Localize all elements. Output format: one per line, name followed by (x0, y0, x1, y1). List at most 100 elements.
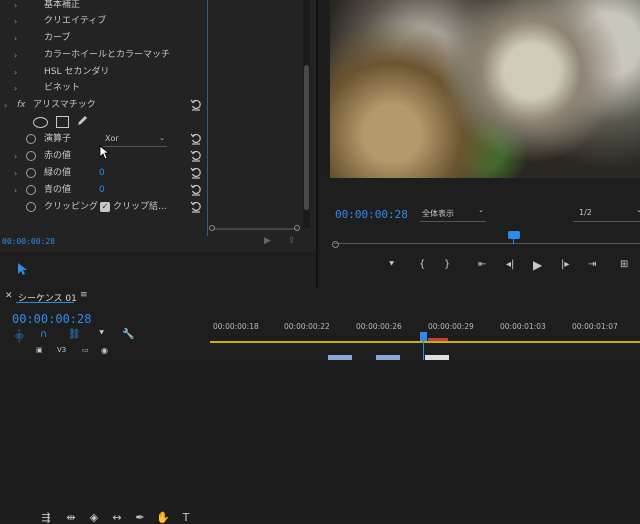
effect-item-basic[interactable]: › 基本補正 (0, 0, 300, 14)
reset-icon[interactable] (190, 167, 202, 179)
snap-icon[interactable]: ∩ (40, 329, 47, 340)
timeline-timecode[interactable]: 00:00:00:28 (12, 312, 91, 326)
reset-icon[interactable] (190, 99, 202, 111)
ruler-label: 00:00:00:29 (428, 322, 474, 331)
program-monitor-video (330, 0, 640, 178)
add-marker-icon[interactable]: ⯆ (98, 329, 105, 339)
param-green: › 緑の値 0 (0, 165, 300, 182)
close-icon[interactable]: ✕ (5, 291, 13, 301)
reset-icon[interactable] (190, 201, 202, 213)
stopwatch-icon[interactable] (26, 202, 36, 212)
chevron-down-icon: ⌄ (478, 206, 484, 214)
export-icon[interactable]: ⇪ (288, 236, 296, 246)
param-blue: › 青の値 0 (0, 182, 300, 199)
pen-tool-icon[interactable]: ✒ (131, 511, 149, 524)
operator-dropdown[interactable]: Xor ⌄ (103, 133, 167, 147)
reset-icon[interactable] (190, 184, 202, 196)
type-tool-icon[interactable]: T (177, 511, 195, 524)
ellipse-mask-icon[interactable] (33, 117, 48, 128)
twisty-icon[interactable]: › (14, 13, 17, 30)
pen-mask-icon[interactable] (76, 115, 88, 127)
wrench-icon[interactable]: 🔧 (122, 329, 134, 340)
work-area-bar[interactable] (210, 341, 640, 343)
param-clipping: クリッピング ✓ クリップ結... (0, 199, 300, 216)
horizontal-scrollbar[interactable] (213, 228, 297, 230)
playhead-bar[interactable] (334, 243, 640, 244)
scrubber-start-handle[interactable] (332, 241, 339, 248)
effect-name: アリスマチック (33, 100, 96, 110)
clip[interactable] (328, 355, 352, 360)
insert-icon[interactable]: ⊞ (620, 259, 628, 270)
quality-dropdown[interactable]: 1/2 ⌄ (573, 206, 640, 222)
playhead[interactable] (508, 231, 520, 239)
mark-out-icon[interactable]: } (444, 259, 450, 270)
effect-timeline-marker (207, 0, 208, 236)
program-timecode[interactable]: 00:00:00:28 (335, 208, 408, 221)
play-audio-icon[interactable]: ▶ (264, 236, 271, 246)
chevron-down-icon: ⌄ (636, 206, 640, 214)
track-select-tool-icon[interactable]: ⇶ (37, 511, 55, 524)
rectangle-mask-icon[interactable] (56, 116, 69, 128)
param-operator: 演算子 Xor ⌄ (0, 131, 300, 148)
go-to-in-icon[interactable]: ⇤ (478, 259, 486, 270)
reset-icon[interactable] (190, 150, 202, 162)
go-to-out-icon[interactable]: ⇥ (588, 259, 596, 270)
param-red: › 赤の値 (0, 148, 300, 165)
timeline-playhead-line (423, 332, 424, 360)
active-tab-underline (16, 302, 74, 303)
stopwatch-icon[interactable] (26, 134, 36, 144)
chevron-down-icon[interactable]: › (4, 97, 7, 114)
mark-in-icon[interactable]: { (419, 259, 425, 270)
zoom-dropdown[interactable]: 全体表示 ⌄ (420, 206, 486, 222)
step-forward-icon[interactable]: |▸ (561, 259, 569, 270)
stopwatch-icon[interactable] (26, 168, 36, 178)
eye-icon[interactable]: ◉ (101, 346, 108, 355)
fx-icon[interactable]: fx (17, 97, 26, 114)
ruler-label: 00:00:00:22 (284, 322, 330, 331)
add-marker-icon[interactable]: ⯆ (388, 260, 395, 270)
stopwatch-icon[interactable] (26, 151, 36, 161)
clip[interactable] (376, 355, 400, 360)
effect-item-creative[interactable]: › クリエイティブ (0, 13, 300, 30)
twisty-icon[interactable]: › (14, 30, 17, 47)
track-lock-icon[interactable]: ▣ (36, 346, 43, 354)
effect-controls-timecode[interactable]: 00:00:00:28 (2, 237, 55, 246)
step-back-icon[interactable]: ◂| (506, 259, 514, 270)
toggle-sync-icon[interactable]: ▭ (82, 346, 89, 354)
reset-icon[interactable] (190, 133, 202, 145)
stopwatch-icon[interactable] (26, 185, 36, 195)
clip[interactable] (425, 355, 449, 360)
hand-tool-icon[interactable]: ✋ (154, 511, 172, 524)
effect-arithmetic-header[interactable]: › fx アリスマチック (0, 97, 300, 114)
clipping-checkbox[interactable]: ✓ (100, 202, 110, 212)
scroll-handle-right[interactable] (294, 225, 300, 231)
play-icon[interactable]: ▶ (533, 258, 542, 272)
nest-icon[interactable]: ⸎ (14, 329, 24, 343)
selection-tool-icon[interactable] (17, 262, 29, 276)
playhead-line (513, 236, 514, 244)
render-bar (428, 338, 448, 341)
effect-item-hsl[interactable]: › HSL セカンダリ (0, 64, 300, 81)
linked-selection-icon[interactable]: ⛓ (68, 329, 81, 340)
twisty-icon[interactable]: › (14, 47, 17, 64)
twisty-icon[interactable]: › (14, 148, 17, 165)
effect-item-curves[interactable]: › カーブ (0, 30, 300, 47)
effect-item-vignette[interactable]: › ビネット (0, 80, 300, 97)
tools-bar: ⇶ ⇹ ◈ ↔ ✒ ✋ T (0, 252, 316, 524)
ripple-edit-tool-icon[interactable]: ⇹ (62, 511, 80, 524)
panel-menu-icon[interactable]: ≡ (80, 290, 88, 300)
twisty-icon[interactable]: › (14, 165, 17, 182)
twisty-icon[interactable]: › (14, 182, 17, 199)
cursor-icon (99, 145, 110, 160)
effect-item-color-wheels[interactable]: › カラーホイールとカラーマッチ (0, 47, 300, 64)
program-monitor-controls: 00:00:00:28 全体表示 ⌄ 1/2 ⌄ ⯆ { } ⇤ ◂| ▶ |▸… (318, 178, 640, 288)
slip-tool-icon[interactable]: ↔ (108, 511, 126, 524)
twisty-icon[interactable]: › (14, 0, 17, 14)
twisty-icon[interactable]: › (14, 64, 17, 81)
vertical-scroll-thumb[interactable] (304, 65, 309, 210)
track-label[interactable]: V3 (57, 346, 66, 354)
scroll-handle-left[interactable] (209, 225, 215, 231)
razor-tool-icon[interactable]: ◈ (85, 511, 103, 524)
twisty-icon[interactable]: › (14, 80, 17, 97)
chevron-down-icon: ⌄ (159, 134, 165, 142)
